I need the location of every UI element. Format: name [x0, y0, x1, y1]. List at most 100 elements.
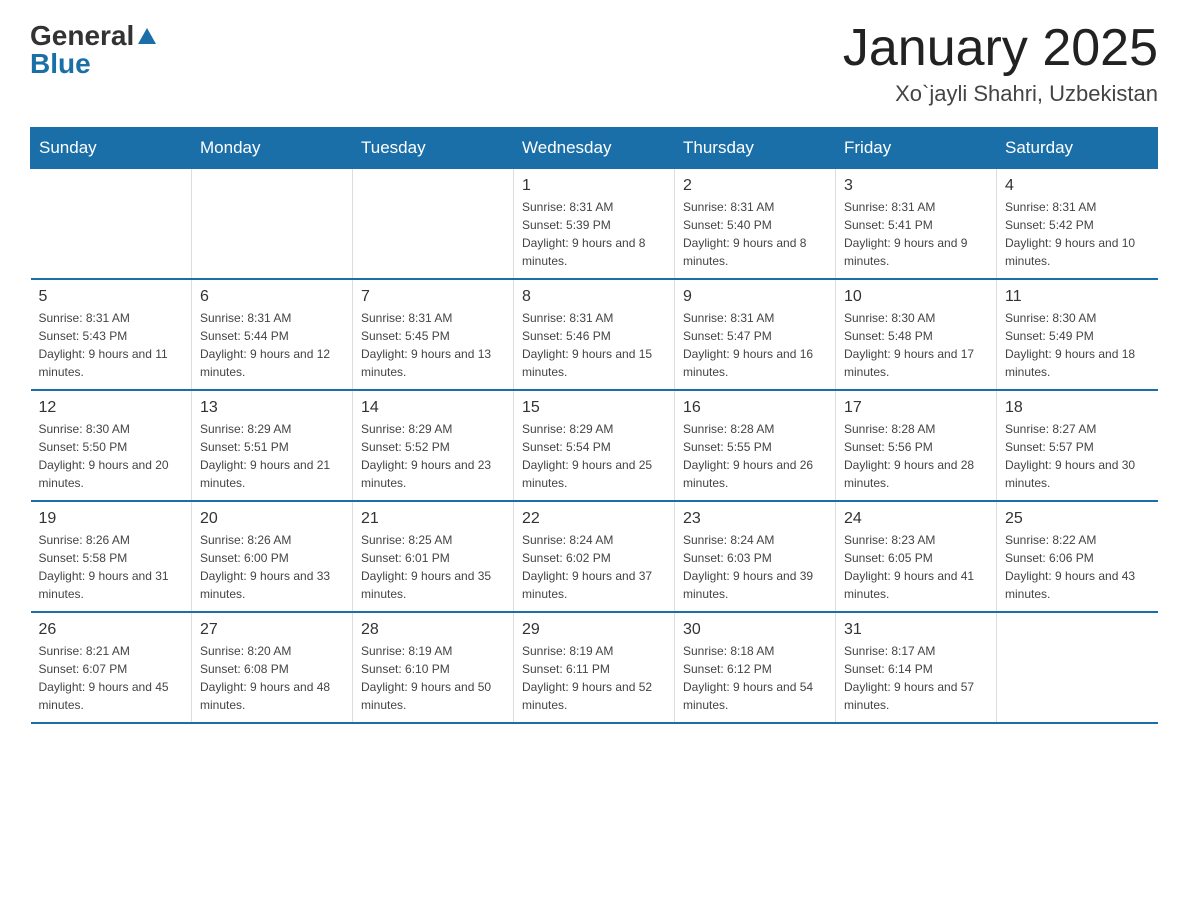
day-info: Sunrise: 8:18 AMSunset: 6:12 PMDaylight:… — [683, 642, 827, 714]
day-number: 16 — [683, 399, 827, 417]
day-info: Sunrise: 8:31 AMSunset: 5:47 PMDaylight:… — [683, 309, 827, 381]
weekday-header-saturday: Saturday — [997, 128, 1158, 169]
day-number: 30 — [683, 621, 827, 639]
day-info: Sunrise: 8:31 AMSunset: 5:44 PMDaylight:… — [200, 309, 344, 381]
day-info: Sunrise: 8:29 AMSunset: 5:51 PMDaylight:… — [200, 420, 344, 492]
day-number: 1 — [522, 177, 666, 195]
day-info: Sunrise: 8:26 AMSunset: 5:58 PMDaylight:… — [39, 531, 184, 603]
calendar-day-cell: 20 Sunrise: 8:26 AMSunset: 6:00 PMDayligh… — [192, 501, 353, 612]
day-info: Sunrise: 8:25 AMSunset: 6:01 PMDaylight:… — [361, 531, 505, 603]
day-info: Sunrise: 8:29 AMSunset: 5:54 PMDaylight:… — [522, 420, 666, 492]
calendar-day-cell: 29 Sunrise: 8:19 AMSunset: 6:11 PMDayligh… — [514, 612, 675, 723]
calendar-header: SundayMondayTuesdayWednesdayThursdayFrid… — [31, 128, 1158, 169]
calendar-day-cell: 26Sunrise: 8:21 AMSunset: 6:07 PMDayligh… — [31, 612, 192, 723]
calendar-day-cell: 21 Sunrise: 8:25 AMSunset: 6:01 PMDayligh… — [353, 501, 514, 612]
day-number: 28 — [361, 621, 505, 639]
weekday-header-sunday: Sunday — [31, 128, 192, 169]
day-info: Sunrise: 8:31 AMSunset: 5:46 PMDaylight:… — [522, 309, 666, 381]
day-info: Sunrise: 8:19 AMSunset: 6:11 PMDaylight:… — [522, 642, 666, 714]
calendar-week-row: 19 Sunrise: 8:26 AMSunset: 5:58 PMDayligh… — [31, 501, 1158, 612]
calendar-title: January 2025 — [843, 20, 1158, 77]
day-info: Sunrise: 8:28 AMSunset: 5:55 PMDaylight:… — [683, 420, 827, 492]
day-number: 15 — [522, 399, 666, 417]
calendar-table: SundayMondayTuesdayWednesdayThursdayFrid… — [30, 127, 1158, 724]
calendar-day-cell — [192, 169, 353, 280]
calendar-day-cell: 13 Sunrise: 8:29 AMSunset: 5:51 PMDayligh… — [192, 390, 353, 501]
day-number: 7 — [361, 288, 505, 306]
day-number: 3 — [844, 177, 988, 195]
day-info: Sunrise: 8:30 AMSunset: 5:48 PMDaylight:… — [844, 309, 988, 381]
day-number: 18 — [1005, 399, 1150, 417]
day-number: 13 — [200, 399, 344, 417]
day-number: 6 — [200, 288, 344, 306]
logo-blue-text: Blue — [30, 48, 91, 80]
day-number: 25 — [1005, 510, 1150, 528]
calendar-day-cell: 5 Sunrise: 8:31 AMSunset: 5:43 PMDaylight… — [31, 279, 192, 390]
calendar-day-cell: 12 Sunrise: 8:30 AMSunset: 5:50 PMDayligh… — [31, 390, 192, 501]
day-number: 29 — [522, 621, 666, 639]
calendar-day-cell: 27 Sunrise: 8:20 AMSunset: 6:08 PMDayligh… — [192, 612, 353, 723]
day-number: 22 — [522, 510, 666, 528]
calendar-day-cell — [353, 169, 514, 280]
day-info: Sunrise: 8:20 AMSunset: 6:08 PMDaylight:… — [200, 642, 344, 714]
calendar-day-cell: 1 Sunrise: 8:31 AMSunset: 5:39 PMDaylight… — [514, 169, 675, 280]
weekday-header-friday: Friday — [836, 128, 997, 169]
day-number: 27 — [200, 621, 344, 639]
day-info: Sunrise: 8:26 AMSunset: 6:00 PMDaylight:… — [200, 531, 344, 603]
calendar-day-cell: 4Sunrise: 8:31 AMSunset: 5:42 PMDaylight… — [997, 169, 1158, 280]
logo-triangle-icon — [136, 26, 158, 48]
day-info: Sunrise: 8:24 AMSunset: 6:03 PMDaylight:… — [683, 531, 827, 603]
calendar-day-cell: 16 Sunrise: 8:28 AMSunset: 5:55 PMDayligh… — [675, 390, 836, 501]
day-info: Sunrise: 8:28 AMSunset: 5:56 PMDaylight:… — [844, 420, 988, 492]
day-number: 31 — [844, 621, 988, 639]
calendar-day-cell: 25 Sunrise: 8:22 AMSunset: 6:06 PMDayligh… — [997, 501, 1158, 612]
calendar-day-cell: 8 Sunrise: 8:31 AMSunset: 5:46 PMDaylight… — [514, 279, 675, 390]
day-number: 8 — [522, 288, 666, 306]
day-info: Sunrise: 8:17 AMSunset: 6:14 PMDaylight:… — [844, 642, 988, 714]
calendar-day-cell: 17 Sunrise: 8:28 AMSunset: 5:56 PMDayligh… — [836, 390, 997, 501]
day-number: 9 — [683, 288, 827, 306]
calendar-day-cell: 19 Sunrise: 8:26 AMSunset: 5:58 PMDayligh… — [31, 501, 192, 612]
day-number: 21 — [361, 510, 505, 528]
calendar-day-cell: 15 Sunrise: 8:29 AMSunset: 5:54 PMDayligh… — [514, 390, 675, 501]
logo: General Blue — [30, 20, 158, 80]
day-info: Sunrise: 8:31 AMSunset: 5:45 PMDaylight:… — [361, 309, 505, 381]
calendar-day-cell: 31 Sunrise: 8:17 AMSunset: 6:14 PMDayligh… — [836, 612, 997, 723]
day-info: Sunrise: 8:29 AMSunset: 5:52 PMDaylight:… — [361, 420, 505, 492]
weekday-header-thursday: Thursday — [675, 128, 836, 169]
weekday-header-monday: Monday — [192, 128, 353, 169]
day-info: Sunrise: 8:19 AMSunset: 6:10 PMDaylight:… — [361, 642, 505, 714]
page-header: General Blue January 2025 Xo`jayli Shahr… — [30, 20, 1158, 107]
day-number: 20 — [200, 510, 344, 528]
day-info: Sunrise: 8:31 AMSunset: 5:39 PMDaylight:… — [522, 198, 666, 270]
calendar-day-cell: 10 Sunrise: 8:30 AMSunset: 5:48 PMDayligh… — [836, 279, 997, 390]
day-number: 23 — [683, 510, 827, 528]
calendar-day-cell: 9 Sunrise: 8:31 AMSunset: 5:47 PMDaylight… — [675, 279, 836, 390]
day-info: Sunrise: 8:30 AMSunset: 5:50 PMDaylight:… — [39, 420, 184, 492]
calendar-day-cell: 14Sunrise: 8:29 AMSunset: 5:52 PMDayligh… — [353, 390, 514, 501]
calendar-week-row: 1 Sunrise: 8:31 AMSunset: 5:39 PMDaylight… — [31, 169, 1158, 280]
calendar-subtitle: Xo`jayli Shahri, Uzbekistan — [843, 81, 1158, 107]
calendar-day-cell: 6 Sunrise: 8:31 AMSunset: 5:44 PMDaylight… — [192, 279, 353, 390]
day-info: Sunrise: 8:30 AMSunset: 5:49 PMDaylight:… — [1005, 309, 1150, 381]
day-number: 19 — [39, 510, 184, 528]
day-number: 11 — [1005, 288, 1150, 306]
calendar-day-cell: 30 Sunrise: 8:18 AMSunset: 6:12 PMDayligh… — [675, 612, 836, 723]
weekday-header-row: SundayMondayTuesdayWednesdayThursdayFrid… — [31, 128, 1158, 169]
day-info: Sunrise: 8:27 AMSunset: 5:57 PMDaylight:… — [1005, 420, 1150, 492]
day-number: 5 — [39, 288, 184, 306]
day-info: Sunrise: 8:31 AMSunset: 5:43 PMDaylight:… — [39, 309, 184, 381]
calendar-day-cell: 24Sunrise: 8:23 AMSunset: 6:05 PMDayligh… — [836, 501, 997, 612]
calendar-day-cell — [31, 169, 192, 280]
day-info: Sunrise: 8:23 AMSunset: 6:05 PMDaylight:… — [844, 531, 988, 603]
calendar-day-cell: 3Sunrise: 8:31 AMSunset: 5:41 PMDaylight… — [836, 169, 997, 280]
day-number: 10 — [844, 288, 988, 306]
calendar-day-cell: 11 Sunrise: 8:30 AMSunset: 5:49 PMDayligh… — [997, 279, 1158, 390]
weekday-header-wednesday: Wednesday — [514, 128, 675, 169]
day-number: 12 — [39, 399, 184, 417]
day-info: Sunrise: 8:22 AMSunset: 6:06 PMDaylight:… — [1005, 531, 1150, 603]
day-number: 26 — [39, 621, 184, 639]
title-section: January 2025 Xo`jayli Shahri, Uzbekistan — [843, 20, 1158, 107]
weekday-header-tuesday: Tuesday — [353, 128, 514, 169]
day-number: 17 — [844, 399, 988, 417]
